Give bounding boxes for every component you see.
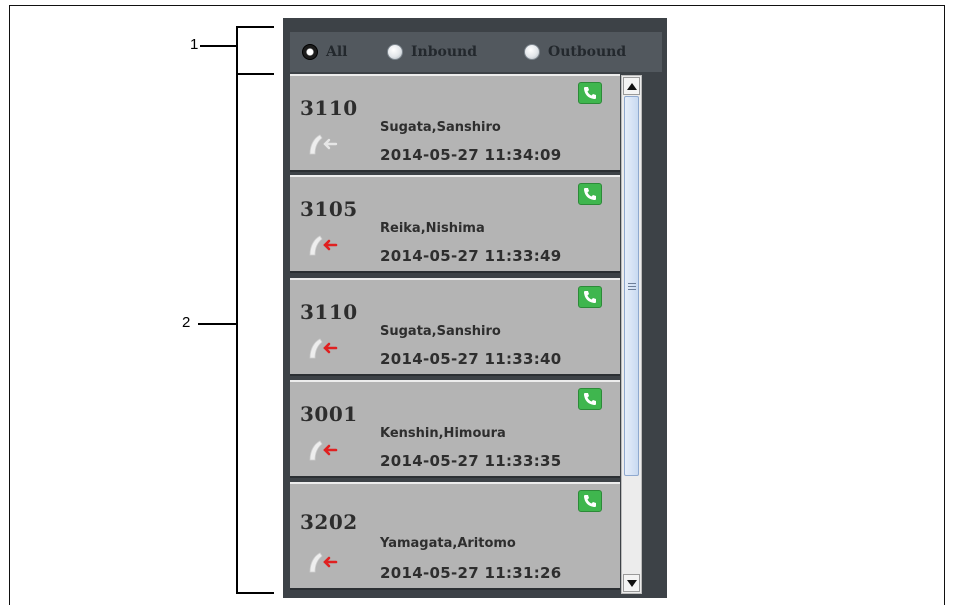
call-timestamp: 2014-05-27 11:33:40 [380, 350, 562, 368]
radio-unselected-icon [387, 44, 403, 60]
incoming-call-icon [306, 233, 340, 263]
phone-icon[interactable] [578, 490, 602, 512]
caller-extension: 3110 [300, 96, 358, 120]
phone-icon[interactable] [578, 82, 602, 104]
incoming-call-icon [306, 438, 340, 468]
call-history-item[interactable]: 3110 Sugata,Sanshiro 2014-05-27 11:33:40 [290, 278, 620, 376]
caller-extension: 3001 [300, 402, 358, 426]
callout-bracket-2 [236, 73, 238, 593]
call-history-item[interactable]: 3001 Kenshin,Himoura 2014-05-27 11:33:35 [290, 380, 620, 478]
phone-icon[interactable] [578, 286, 602, 308]
caller-name: Kenshin,Himoura [380, 426, 506, 441]
call-history-list: 3110 Sugata,Sanshiro 2014-05-27 11:34:09… [290, 74, 620, 594]
call-history-item[interactable]: 3110 Sugata,Sanshiro 2014-05-27 11:34:09 [290, 74, 620, 172]
caller-name: Sugata,Sanshiro [380, 120, 501, 135]
filter-inbound-radio[interactable]: Inbound [387, 42, 477, 62]
call-timestamp: 2014-05-27 11:33:49 [380, 247, 562, 265]
caller-extension: 3110 [300, 300, 358, 324]
callout-bracket-2-bottom [236, 592, 274, 594]
callout-leader-2 [198, 323, 236, 325]
callout-bracket-1-top [236, 26, 274, 28]
scroll-down-button[interactable] [623, 574, 640, 592]
caller-extension: 3202 [300, 510, 358, 534]
callout-label-2: 2 [182, 314, 191, 331]
filter-label: All [326, 44, 348, 60]
caller-name: Sugata,Sanshiro [380, 324, 501, 339]
phone-icon[interactable] [578, 183, 602, 205]
caller-name: Yamagata,Aritomo [380, 536, 516, 551]
filter-outbound-radio[interactable]: Outbound [524, 42, 626, 62]
missed-incoming-icon [306, 132, 340, 162]
callout-label-1: 1 [190, 36, 199, 53]
call-filter-bar: All Inbound Outbound [290, 32, 662, 72]
thumb-grip-icon [628, 286, 636, 287]
phone-icon[interactable] [578, 388, 602, 410]
radio-selected-icon [302, 44, 318, 60]
call-history-item[interactable]: 3202 Yamagata,Aritomo 2014-05-27 11:31:2… [290, 482, 620, 590]
call-timestamp: 2014-05-27 11:33:35 [380, 452, 562, 470]
caller-name: Reika,Nishima [380, 221, 485, 236]
thumb-grip-icon [628, 283, 636, 284]
incoming-call-icon [306, 336, 340, 366]
scrollbar-thumb[interactable] [624, 96, 639, 476]
incoming-call-icon [306, 550, 340, 580]
filter-label: Outbound [548, 44, 627, 60]
scroll-up-button[interactable] [623, 77, 640, 95]
filter-label: Inbound [411, 44, 478, 60]
callout-bracket-1 [236, 26, 238, 74]
callout-bracket-1-bottom [236, 73, 274, 75]
call-timestamp: 2014-05-27 11:34:09 [380, 146, 562, 164]
vertical-scrollbar[interactable] [621, 75, 642, 594]
call-log-panel: All Inbound Outbound 3110 Sugata,Sanshir… [283, 18, 667, 598]
callout-leader-1 [200, 45, 236, 47]
call-timestamp: 2014-05-27 11:31:26 [380, 564, 562, 582]
filter-all-radio[interactable]: All [302, 42, 348, 62]
caller-extension: 3105 [300, 197, 358, 221]
radio-unselected-icon [524, 44, 540, 60]
thumb-grip-icon [628, 289, 636, 290]
call-history-item[interactable]: 3105 Reika,Nishima 2014-05-27 11:33:49 [290, 175, 620, 273]
